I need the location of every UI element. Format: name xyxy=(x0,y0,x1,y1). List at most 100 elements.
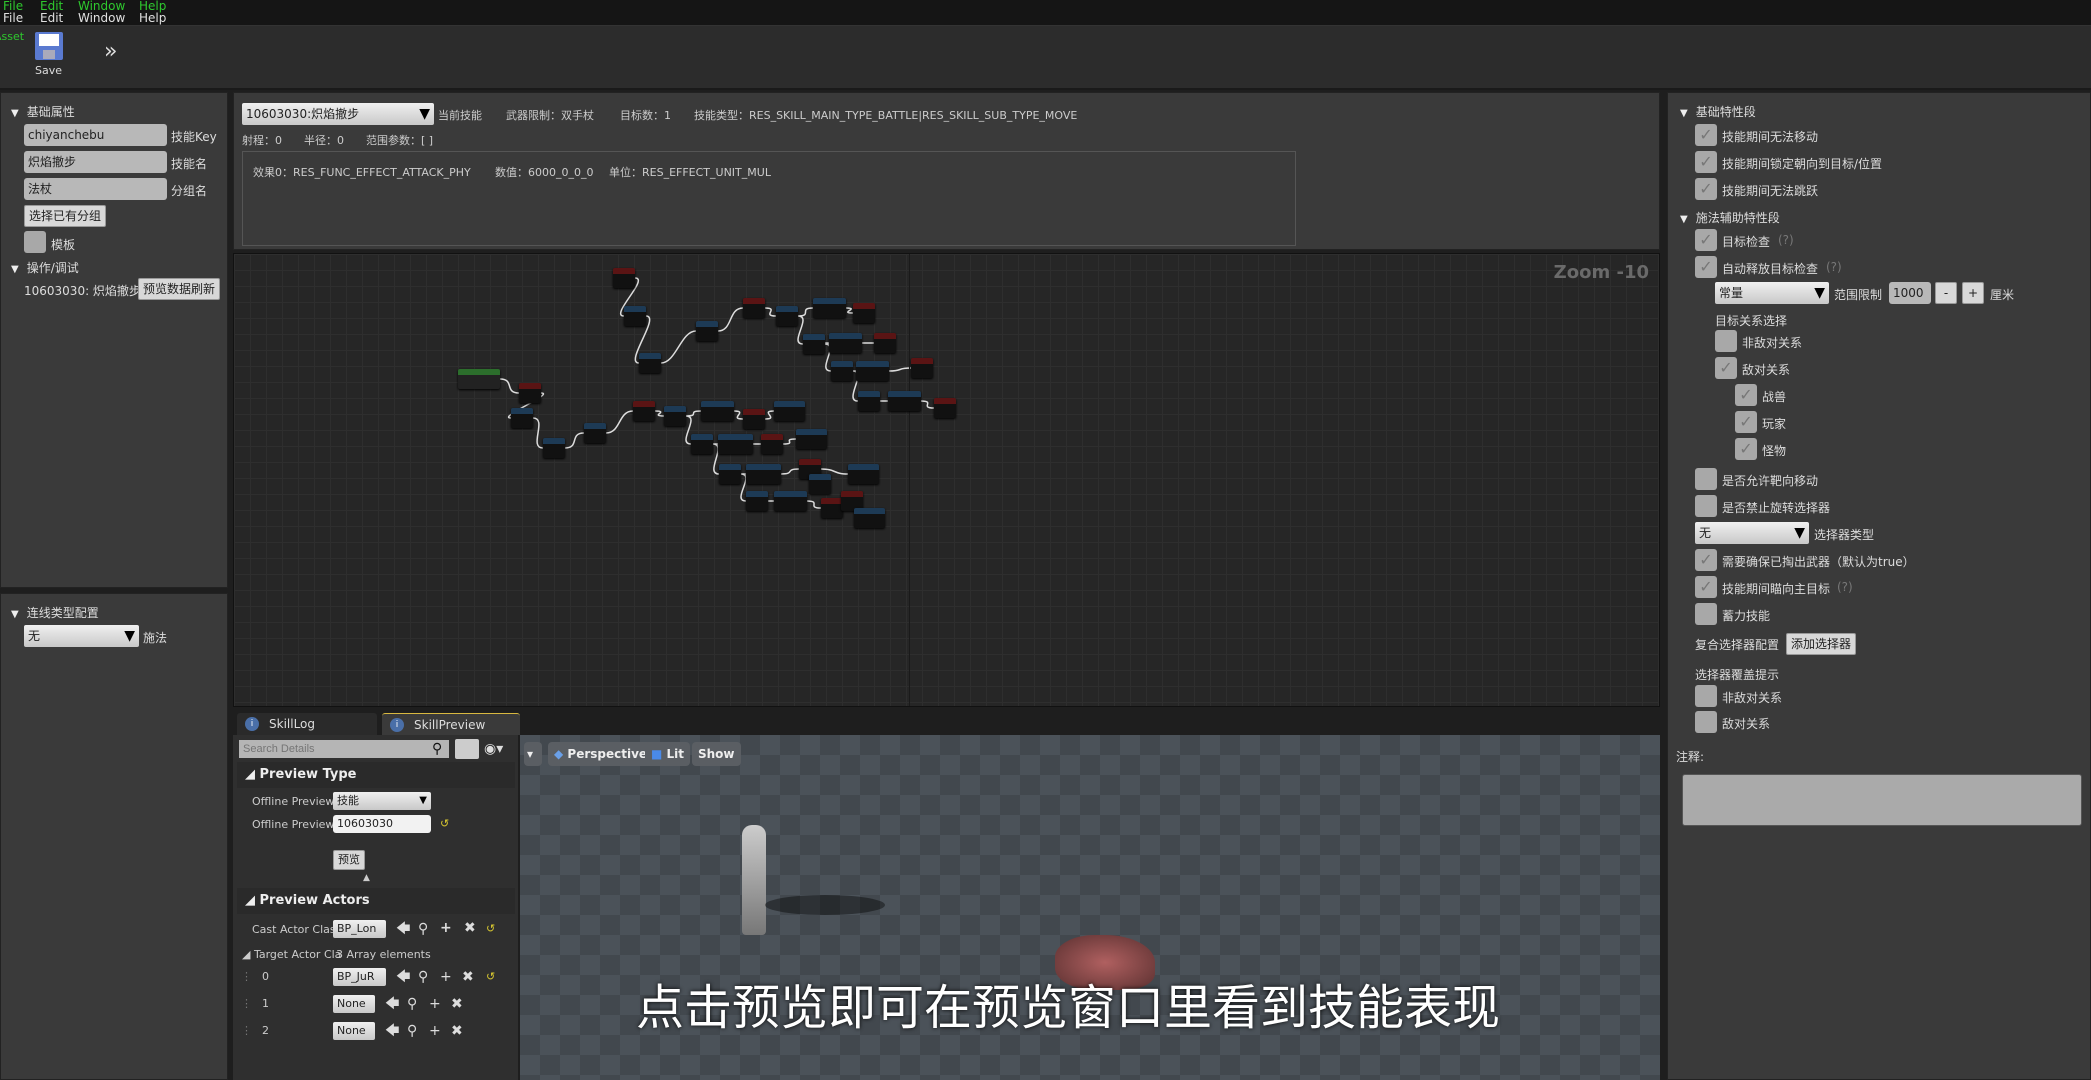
graph-node[interactable] xyxy=(691,434,713,454)
allow-move-checkbox[interactable] xyxy=(1695,468,1717,490)
graph-node[interactable] xyxy=(829,333,862,353)
tab-skilllog[interactable]: i SkillLog xyxy=(237,713,377,735)
trait-checkbox[interactable]: ✓ xyxy=(1695,178,1717,200)
plus-icon[interactable]: + xyxy=(429,1023,441,1039)
decrement-button[interactable]: - xyxy=(1935,282,1957,304)
search-icon[interactable]: ⚲ xyxy=(407,1023,417,1039)
hostile-sub-checkbox[interactable]: ✓ xyxy=(1735,384,1757,406)
graph-node[interactable] xyxy=(719,464,741,484)
basic-traits-header[interactable]: ▼ 基础特性段 xyxy=(1680,103,1756,120)
drag-handle-icon[interactable]: ⋮ xyxy=(241,969,252,985)
graph-node[interactable] xyxy=(743,409,765,429)
hostile-checkbox[interactable]: ✓ xyxy=(1715,357,1737,379)
search-icon[interactable]: ⚲ xyxy=(407,996,417,1012)
plus-icon[interactable]: + xyxy=(440,920,452,936)
graph-node[interactable] xyxy=(746,491,768,511)
graph-node[interactable] xyxy=(696,321,718,341)
charge-skill-checkbox[interactable] xyxy=(1695,603,1717,625)
skill-select[interactable]: 10603030:炽焰撤步 ▼ xyxy=(242,103,434,125)
node-graph-canvas[interactable]: Zoom -10 xyxy=(233,253,1660,707)
graph-node[interactable] xyxy=(584,423,606,443)
graph-node[interactable] xyxy=(718,434,753,454)
graph-node[interactable] xyxy=(613,268,635,288)
search-icon[interactable]: ⚲ xyxy=(418,969,428,985)
graph-node[interactable] xyxy=(743,298,765,318)
graph-node[interactable] xyxy=(809,474,831,494)
plus-icon[interactable]: + xyxy=(429,996,441,1012)
graph-node[interactable] xyxy=(624,306,646,326)
target-actor-select[interactable]: None xyxy=(333,1022,375,1040)
skill-key-input[interactable]: chiyanchebu xyxy=(24,124,167,146)
trait-checkbox[interactable]: ✓ xyxy=(1695,124,1717,146)
group-input[interactable]: 法杖 xyxy=(24,178,167,200)
graph-node[interactable] xyxy=(854,508,885,528)
reset-icon[interactable]: ↺ xyxy=(486,921,495,937)
drag-handle-icon[interactable]: ⋮ xyxy=(241,996,252,1012)
graph-node[interactable] xyxy=(776,306,798,326)
tab-skillpreview[interactable]: i SkillPreview xyxy=(382,713,520,735)
eye-icon[interactable]: ◉▾ xyxy=(484,741,503,757)
graph-node[interactable] xyxy=(813,298,846,318)
graph-node[interactable] xyxy=(874,333,896,353)
target-actor-select[interactable]: None xyxy=(333,995,375,1013)
delete-icon[interactable]: ✖ xyxy=(451,1023,463,1039)
refresh-preview-data-button[interactable]: 预览数据刷新 xyxy=(138,278,221,300)
preview-actors-header[interactable]: ◢ Preview Actors xyxy=(237,888,515,914)
graph-node[interactable] xyxy=(796,429,827,449)
delete-icon[interactable]: ✖ xyxy=(464,920,476,936)
graph-node[interactable] xyxy=(633,401,655,421)
search-icon[interactable]: ⚲ xyxy=(418,921,428,937)
arrow-left-icon[interactable]: 🡄 xyxy=(396,969,410,985)
graph-node[interactable] xyxy=(639,353,661,373)
graph-node[interactable] xyxy=(543,438,565,458)
grid-view-icon[interactable] xyxy=(455,739,479,759)
add-selector-button[interactable]: 添加选择器 xyxy=(1786,633,1857,655)
override-hostile-checkbox[interactable] xyxy=(1695,711,1717,733)
trait-checkbox[interactable]: ✓ xyxy=(1695,151,1717,173)
non-hostile-checkbox[interactable] xyxy=(1715,330,1737,352)
show-button[interactable]: Show xyxy=(692,742,741,766)
plus-icon[interactable]: + xyxy=(440,969,452,985)
menu-edit[interactable]: Edit xyxy=(40,12,63,25)
menu-window[interactable]: Window xyxy=(78,12,125,25)
graph-node[interactable] xyxy=(511,408,533,428)
graph-node[interactable] xyxy=(858,391,880,411)
reset-icon[interactable]: ↺ xyxy=(486,969,495,985)
link-type-select[interactable]: 无 ▼ xyxy=(24,625,139,647)
arrow-left-icon[interactable]: 🡄 xyxy=(385,996,399,1012)
preview-type-header[interactable]: ◢ Preview Type xyxy=(237,762,515,788)
skill-name-input[interactable]: 炽焰撤步 xyxy=(24,151,167,173)
graph-node[interactable] xyxy=(664,406,686,426)
face-target-checkbox[interactable]: ✓ xyxy=(1695,576,1717,598)
graph-node[interactable] xyxy=(519,383,541,403)
target-check-checkbox[interactable]: ✓ xyxy=(1695,229,1717,251)
choose-group-button[interactable]: 选择已有分组 xyxy=(24,205,107,227)
save-button[interactable]: Save xyxy=(34,32,66,80)
target-actor-select[interactable]: BP_JuR xyxy=(333,968,386,986)
graph-node[interactable] xyxy=(821,498,843,518)
drag-handle-icon[interactable]: ⋮ xyxy=(241,1023,252,1039)
override-non-hostile-checkbox[interactable] xyxy=(1695,685,1717,707)
need-weapon-checkbox[interactable]: ✓ xyxy=(1695,549,1717,571)
cast-assist-header[interactable]: ▼ 施法辅助特性段 xyxy=(1680,209,1780,226)
graph-node[interactable] xyxy=(761,434,783,454)
hostile-sub-checkbox[interactable]: ✓ xyxy=(1735,438,1757,460)
note-textarea[interactable] xyxy=(1682,774,2082,826)
auto-target-check-checkbox[interactable]: ✓ xyxy=(1695,256,1717,278)
graph-node[interactable] xyxy=(848,464,879,484)
forbid-rotate-checkbox[interactable] xyxy=(1695,495,1717,517)
menu-file[interactable]: File xyxy=(3,12,23,25)
arrow-left-icon[interactable]: 🡄 xyxy=(385,1023,399,1039)
lit-button[interactable]: ■ Lit xyxy=(645,742,691,766)
viewport-options-button[interactable]: ▾ xyxy=(524,742,542,766)
basic-header[interactable]: ▼ 基础属性 xyxy=(11,103,75,120)
chevron-double-right-icon[interactable]: » xyxy=(104,40,117,64)
graph-node[interactable] xyxy=(911,358,933,378)
graph-node[interactable] xyxy=(853,303,875,323)
graph-node[interactable] xyxy=(934,398,956,418)
perspective-button[interactable]: ◆ Perspective xyxy=(548,742,654,766)
preview-button[interactable]: 预览 xyxy=(333,850,365,870)
menu-help[interactable]: Help xyxy=(139,12,166,25)
graph-node[interactable] xyxy=(888,391,921,411)
range-limit-input[interactable]: 1000 xyxy=(1889,282,1931,304)
